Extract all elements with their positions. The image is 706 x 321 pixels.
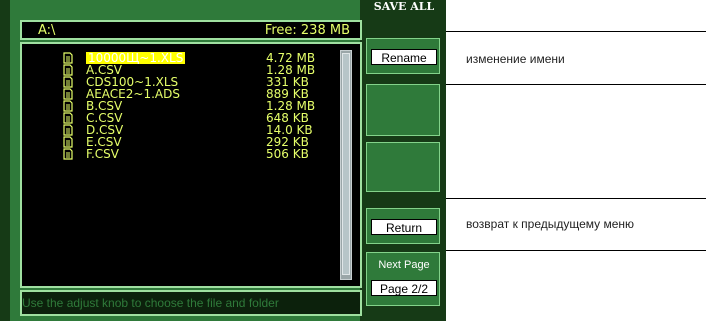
oscilloscope-screen: A:\ Free: 238 MB 10000Щ~1.XLS 4.72 MB A.CS… <box>0 0 446 321</box>
file-size: 506 KB <box>266 147 309 161</box>
status-message: Use the adjust knob to choose the file a… <box>22 296 279 310</box>
free-space: Free: 238 MB <box>264 23 350 38</box>
document-icon <box>63 136 73 148</box>
softkey-column: SAVE ALL Rename Return Next Page Page 2/… <box>362 0 446 321</box>
rename-button[interactable]: Rename <box>371 49 437 65</box>
softkey-rename[interactable]: Rename <box>366 38 440 74</box>
file-browser-panel: A:\ Free: 238 MB 10000Щ~1.XLS 4.72 MB A.CS… <box>10 0 362 321</box>
annotation-line-return-top <box>446 198 706 199</box>
softkey-next-page[interactable]: Next Page Page 2/2 <box>366 252 440 306</box>
scrollbar[interactable] <box>340 50 352 280</box>
annotation-rename: изменение имени <box>466 52 565 66</box>
softkey-empty-3[interactable] <box>366 142 440 192</box>
document-icon <box>63 52 73 64</box>
path-bar: A:\ Free: 238 MB <box>20 20 362 40</box>
softkey-return[interactable]: Return <box>366 208 440 244</box>
file-rows: 10000Щ~1.XLS 4.72 MB A.CSV 1.28 MB CDS100~1.… <box>22 52 352 160</box>
file-row[interactable]: F.CSV 506 KB <box>22 148 352 160</box>
return-button[interactable]: Return <box>371 219 437 235</box>
annotation-line-rename-bottom <box>446 84 706 85</box>
document-icon <box>63 124 73 136</box>
status-bar: Use the adjust knob to choose the file a… <box>20 290 362 316</box>
scrollbar-thumb[interactable] <box>342 53 350 275</box>
annotation-line-top <box>446 31 706 32</box>
document-icon <box>63 112 73 124</box>
document-icon <box>63 76 73 88</box>
next-page-label: Next Page <box>378 259 430 271</box>
document-icon <box>63 64 73 76</box>
page-indicator[interactable]: Page 2/2 <box>371 280 437 296</box>
softkey-empty-2[interactable] <box>366 84 440 136</box>
menu-title: SAVE ALL <box>373 0 435 13</box>
document-icon <box>63 88 73 100</box>
annotation-return: возврат к предыдущему меню <box>466 217 635 231</box>
current-path: A:\ <box>38 23 56 38</box>
annotation-line-return-bottom <box>446 250 706 251</box>
document-icon <box>63 100 73 112</box>
file-name: F.CSV <box>86 147 119 161</box>
document-icon <box>63 148 73 160</box>
file-list: 10000Щ~1.XLS 4.72 MB A.CSV 1.28 MB CDS100~1.… <box>20 42 362 288</box>
